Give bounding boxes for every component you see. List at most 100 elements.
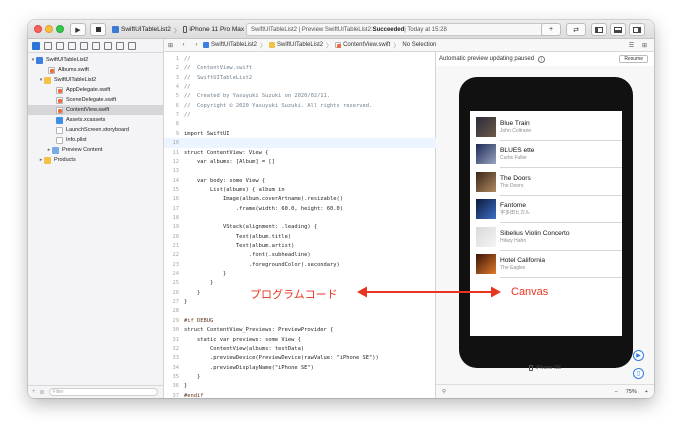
scheme-selector[interactable]: SwiftUITableList2 〉 iPhone 11 Pro Max bbox=[112, 23, 244, 36]
navigator-item[interactable]: AppDelegate.swift bbox=[28, 85, 164, 95]
code-line[interactable]: 37 #endif bbox=[164, 391, 436, 398]
add-editor-icon[interactable]: ⊞ bbox=[641, 42, 648, 49]
back-icon[interactable]: ‹ bbox=[180, 42, 187, 49]
report-tab-icon[interactable] bbox=[128, 41, 136, 50]
pin-icon[interactable]: ⚲ bbox=[442, 389, 446, 395]
navigator-item[interactable]: ▾ SwiftUITableList2 bbox=[28, 55, 164, 65]
preview-list-row[interactable]: Fantome 宇多田ヒカル bbox=[470, 196, 622, 223]
breakpoint-tab-icon[interactable] bbox=[116, 41, 124, 50]
zoom-window-button[interactable] bbox=[56, 25, 64, 33]
code-text: .previewDisplayName("iPhone SE") bbox=[184, 364, 314, 371]
toggle-inspector-button[interactable] bbox=[629, 23, 645, 36]
resume-button[interactable]: Resume bbox=[619, 55, 648, 63]
scheme-target: SwiftUITableList2 bbox=[121, 26, 171, 33]
navigator-item[interactable]: Info.plist bbox=[28, 135, 164, 145]
code-review-button[interactable]: ⇄ bbox=[566, 23, 586, 36]
navigator-item-label: Info.plist bbox=[66, 137, 87, 143]
toggle-navigator-button[interactable] bbox=[591, 23, 607, 36]
breadcrumb-label: SwiftUITableList2 bbox=[211, 42, 258, 48]
canvas-status-bar: Automatic preview updating paused i Resu… bbox=[436, 52, 654, 66]
canvas-annotation-label: Canvas bbox=[511, 286, 549, 298]
navigator-item-label: SwiftUITableList2 bbox=[46, 57, 89, 63]
hammer-icon bbox=[112, 26, 119, 33]
preview-device-label: iPhone SE bbox=[436, 363, 654, 373]
album-title: Sibelius Violin Concerto bbox=[500, 229, 570, 237]
related-items-icon[interactable]: ⊞ bbox=[167, 42, 174, 49]
filter-input[interactable]: Filter bbox=[48, 388, 158, 396]
line-number: 22 bbox=[172, 252, 180, 259]
chevron-right-icon: 〉 bbox=[260, 43, 267, 50]
album-artist: Curtis Fuller bbox=[500, 155, 527, 161]
line-number: 18 bbox=[172, 214, 180, 221]
issue-tab-icon[interactable] bbox=[80, 41, 88, 50]
navigator-item[interactable]: Assets.xcassets bbox=[28, 115, 164, 125]
code-text: struct ContentView_Previews: PreviewProv… bbox=[184, 327, 334, 334]
navigator-item[interactable]: ▸ Products bbox=[28, 155, 164, 165]
code-text: } bbox=[184, 299, 188, 306]
zoom-level[interactable]: 75% bbox=[626, 389, 637, 395]
zoom-out-icon[interactable]: − bbox=[615, 389, 618, 395]
line-number: 7 bbox=[175, 112, 179, 119]
live-preview-button[interactable]: ▶ bbox=[633, 350, 644, 361]
line-number: 29 bbox=[172, 317, 180, 324]
toggle-debug-area-button[interactable] bbox=[610, 23, 626, 36]
code-text: #endif bbox=[184, 392, 204, 398]
navigator-item[interactable]: SceneDelegate.swift bbox=[28, 95, 164, 105]
preview-list-row[interactable]: The Doors The Doors bbox=[470, 168, 622, 195]
add-icon[interactable]: + bbox=[32, 389, 36, 395]
code-text: // Created by Yasuyuki Suzuki on 2020/02… bbox=[184, 93, 331, 100]
device-icon bbox=[183, 26, 188, 33]
line-number: 16 bbox=[172, 196, 180, 203]
right-panel-icon bbox=[633, 26, 641, 33]
preview-list-row[interactable]: Hotel California The Eagles bbox=[470, 251, 622, 278]
run-button[interactable]: ▶ bbox=[70, 23, 86, 36]
canvas-status-text: Automatic preview updating paused bbox=[439, 56, 535, 62]
code-text: // bbox=[184, 56, 191, 62]
line-number: 2 bbox=[175, 65, 179, 72]
navigator-item-label: LaunchScreen.storyboard bbox=[66, 127, 129, 133]
debug-tab-icon[interactable] bbox=[104, 41, 112, 50]
info-icon[interactable]: i bbox=[538, 55, 546, 63]
row-text-stack: BLUES ette Curtis Fuller bbox=[500, 147, 534, 161]
zoom-in-icon[interactable]: + bbox=[645, 389, 648, 395]
folder-tab-icon[interactable] bbox=[32, 41, 40, 50]
preview-list-row[interactable]: BLUES ette Curtis Fuller bbox=[470, 141, 622, 168]
symbol-tab-icon[interactable] bbox=[56, 41, 64, 50]
breadcrumb-file[interactable]: ContentView.swift bbox=[335, 42, 390, 48]
navigator-item[interactable]: ContentView.swift bbox=[28, 105, 164, 115]
preview-list-row[interactable]: Sibelius Violin Concerto Hilary Hahn bbox=[470, 223, 622, 250]
test-tab-icon[interactable] bbox=[92, 41, 100, 50]
source-control-tab-icon[interactable] bbox=[44, 41, 52, 50]
library-button[interactable]: + bbox=[541, 23, 561, 36]
close-window-button[interactable] bbox=[34, 25, 42, 33]
breadcrumb-project[interactable]: SwiftUITableList2 bbox=[203, 42, 257, 48]
line-number: 10 bbox=[172, 140, 180, 147]
line-number: 35 bbox=[172, 373, 180, 380]
stop-button[interactable] bbox=[90, 23, 106, 36]
breadcrumb-symbol[interactable]: No Selection bbox=[402, 42, 436, 48]
status-result: Succeeded bbox=[372, 26, 405, 33]
navigator-item[interactable]: Albums.swift bbox=[28, 65, 164, 75]
editor-options-icon[interactable]: ☰ bbox=[628, 42, 635, 49]
find-tab-icon[interactable] bbox=[68, 41, 76, 50]
folder-icon bbox=[269, 42, 276, 48]
forward-icon[interactable]: › bbox=[193, 42, 200, 49]
code-text: .foregroundColor(.secondary) bbox=[184, 261, 340, 268]
row-text-stack: Blue Train John Coltrane bbox=[500, 120, 531, 134]
breadcrumb-folder[interactable]: SwiftUITableList2 bbox=[269, 42, 323, 48]
line-number: 1 bbox=[175, 56, 179, 62]
navigator-item-label: ContentView.swift bbox=[66, 107, 110, 113]
minimize-window-button[interactable] bbox=[45, 25, 53, 33]
plus-icon: + bbox=[548, 26, 554, 33]
navigator-item[interactable]: ▸ Preview Content bbox=[28, 145, 164, 155]
filter-icon: ⊜ bbox=[39, 389, 45, 396]
line-number: 11 bbox=[172, 149, 180, 156]
project-icon bbox=[203, 42, 209, 48]
navigator-item[interactable]: ▾ SwiftUITableList2 bbox=[28, 75, 164, 85]
line-number: 26 bbox=[172, 289, 180, 296]
album-artist: 宇多田ヒカル bbox=[500, 210, 531, 216]
preview-list-row[interactable]: Blue Train John Coltrane bbox=[470, 113, 622, 140]
source-editor[interactable]: 1 // 2 // ContentView.swift 3 // SwiftUITable… bbox=[164, 52, 436, 398]
navigator-item[interactable]: LaunchScreen.storyboard bbox=[28, 125, 164, 135]
code-text: } bbox=[184, 373, 201, 380]
